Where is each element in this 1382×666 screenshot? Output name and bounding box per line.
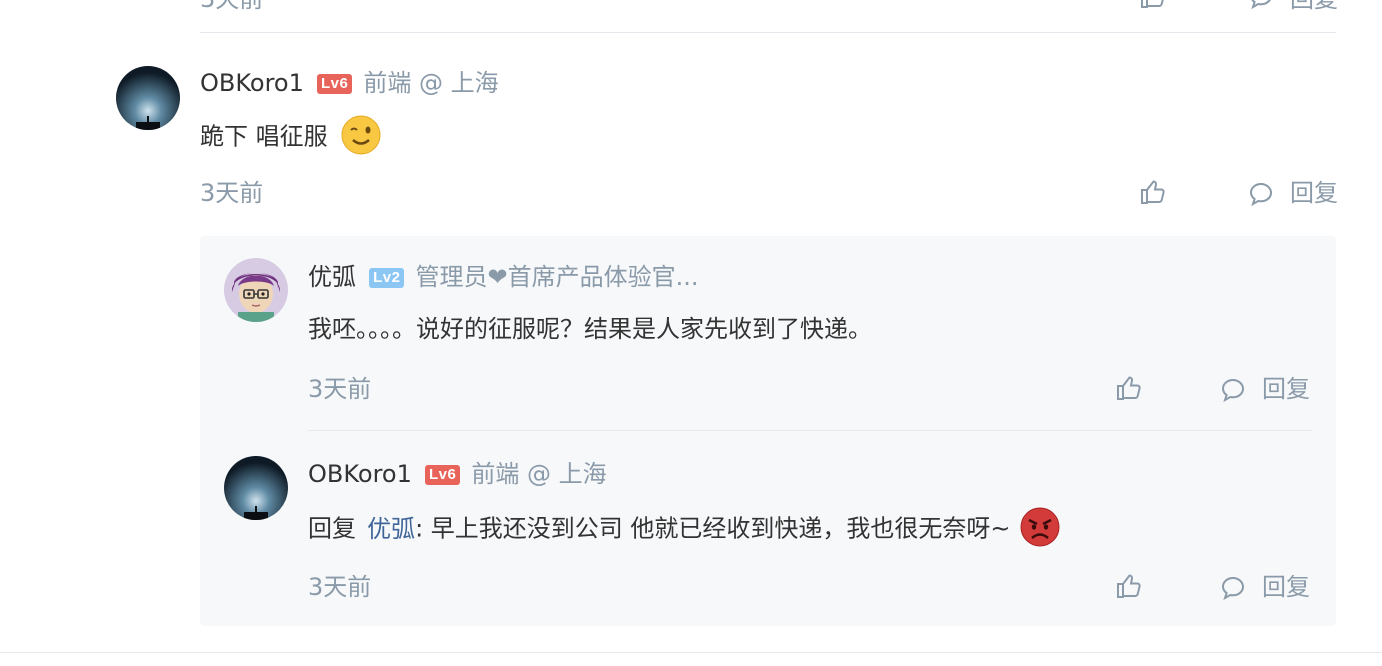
reply-button[interactable]: 回复: [1290, 0, 1338, 14]
comment-body: 跪下 唱征服: [200, 115, 381, 162]
username[interactable]: 优弧: [308, 263, 356, 291]
reply-button[interactable]: 回复: [1290, 178, 1338, 208]
comment-text: 跪下 唱征服: [200, 122, 328, 151]
like-icon[interactable]: [1114, 374, 1142, 402]
reply-body: 回复 优弧: 早上我还没到公司 他就已经收到快递，我也很无奈呀~: [308, 507, 1060, 554]
reply-text: 我呸。。。。说好的征服呢？结果是人家先收到了快递。: [308, 315, 872, 343]
user-position: 前端 @ 上海: [363, 69, 499, 97]
avatar[interactable]: [116, 66, 180, 130]
level-badge: Lv6: [316, 74, 353, 94]
reply-icon[interactable]: [1248, 181, 1274, 207]
reply-icon[interactable]: [1220, 575, 1246, 601]
comment-time: 3天前: [200, 179, 264, 207]
sub-comment-list: [200, 236, 1336, 626]
reply-prefix: 回复: [308, 514, 356, 543]
reply-time: 3天前: [308, 573, 372, 601]
reply-icon[interactable]: [1248, 0, 1274, 10]
level-badge: Lv6: [424, 465, 461, 485]
reply-text: : 早上我还没到公司 他就已经收到快递，我也很无奈呀~: [415, 514, 1011, 543]
like-icon[interactable]: [1114, 572, 1142, 600]
reply-button[interactable]: 回复: [1262, 572, 1310, 602]
avatar[interactable]: [224, 456, 288, 520]
level-badge: Lv2: [369, 268, 405, 288]
reply-header: 优弧 Lv2 管理员❤首席产品体验官...: [308, 262, 699, 292]
previous-comment-time: 3天前: [200, 0, 263, 14]
reply-button[interactable]: 回复: [1262, 374, 1310, 404]
reply-header: OBKoro1 Lv6 前端 @ 上海: [308, 459, 607, 489]
comment-header: OBKoro1 Lv6 前端 @ 上海: [200, 68, 499, 98]
mention-link[interactable]: 优弧: [367, 515, 415, 543]
username[interactable]: OBKoro1: [308, 460, 412, 488]
user-position: 前端 @ 上海: [471, 460, 607, 488]
reply-icon[interactable]: [1220, 377, 1246, 403]
angry-emoji-icon: [1020, 507, 1060, 551]
divider: [0, 652, 1382, 653]
divider: [308, 430, 1312, 431]
divider: [200, 32, 1336, 33]
like-icon[interactable]: [1138, 178, 1166, 206]
reply-time: 3天前: [308, 375, 372, 403]
wink-emoji-icon: [341, 115, 381, 159]
avatar[interactable]: [224, 258, 288, 322]
username[interactable]: OBKoro1: [200, 69, 304, 97]
user-position: 管理员❤首席产品体验官...: [415, 263, 699, 291]
like-icon[interactable]: [1138, 0, 1166, 10]
